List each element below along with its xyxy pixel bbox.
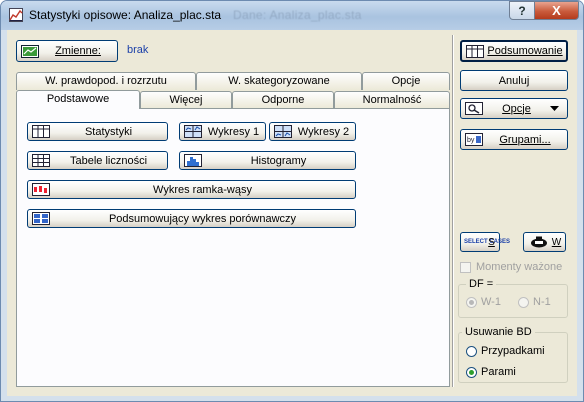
df-n1-radio[interactable] [518,297,529,308]
pairwise-label: Parami [481,366,516,378]
plots2-button-label: Wykresy 2 [297,125,350,138]
tab-basic[interactable]: Podstawowe [16,90,140,109]
dialog-client: Zmienne: brak W. prawdopod. i rozrzutu W… [7,30,577,396]
statistics-button[interactable]: Statystyki [27,122,168,141]
plots2-button[interactable]: Wykresy 2 [269,122,356,141]
frequency-tables-button-label: Tabele liczności [69,154,148,167]
casewise-radio[interactable] [466,346,477,357]
histogram-icon [184,154,202,167]
box-whisker-button[interactable]: Wykres ramka-wąsy [27,180,356,199]
statistics-app-icon [9,8,23,22]
box-plot-icon [32,183,50,196]
df-w1-label: W-1 [481,296,501,308]
frequency-tables-button[interactable]: Tabele liczności [27,151,168,170]
summary-table-icon [32,125,50,138]
by-group-icon: by [465,133,483,146]
title-bar[interactable]: Statystyki opisowe: Analiza_plac.sta Dan… [1,1,583,30]
df-w1-radio[interactable] [466,297,477,308]
variables-button[interactable]: Zmienne: [16,40,118,62]
tab-probability-plots[interactable]: W. prawdopod. i rozrzutu [16,72,196,90]
select-cases-label: S [488,236,495,248]
df-n1-label: N-1 [533,296,551,308]
cancel-button[interactable]: Anuluj [460,70,568,91]
window-title: Statystyki opisowe: Analiza_plac.sta [29,8,222,22]
statistics-button-label: Statystyki [84,125,133,138]
histograms-button[interactable]: Histogramy [179,151,356,170]
tab-normality[interactable]: Normalność [334,91,450,108]
weighted-moments-label: Momenty ważone [476,261,563,273]
frequency-table-icon [32,154,50,167]
weighted-moments-checkbox[interactable] [460,262,471,273]
weight-icon [531,236,547,248]
pairwise-radio[interactable] [466,367,477,378]
tab-panel-basic: Statystyki Wykresy 1 Wykresy 2 Tabele li… [16,108,450,387]
comparative-plot-icon [32,212,50,225]
tab-more[interactable]: Więcej [140,91,232,108]
cancel-button-label: Anuluj [498,74,530,87]
variables-value: brak [127,44,149,56]
histograms-button-label: Histogramy [250,154,307,167]
tab-categorized-plots[interactable]: W. skategoryzowane [196,72,362,90]
tab-options[interactable]: Opcje [362,72,450,90]
select-cases-button[interactable]: SELECT CASES S [460,232,511,252]
options-button-label: Opcje [502,102,531,115]
svg-text:by: by [467,137,475,144]
box-whisker-button-label: Wykres ramka-wąsy [153,183,252,196]
comparative-plot-button-label: Podsumowujący wykres porównawczy [108,212,297,225]
variables-button-label: Zmienne: [55,45,101,57]
case-weights-button[interactable]: W [523,232,566,252]
background-window-title: Dane: Analiza_plac.sta [233,8,362,22]
select-cases-icon: SELECT CASES [464,239,511,245]
variables-icon [21,44,39,58]
close-button[interactable]: X [534,1,579,20]
missing-data-group: Usuwanie BD Przypadkami Parami [458,326,568,383]
summary-table-icon [466,44,484,58]
df-group: DF = W-1 N-1 [458,278,568,318]
summary-button-label: Podsumowanie [487,45,563,57]
chevron-down-icon [550,105,559,111]
missing-data-title: Usuwanie BD [462,326,535,338]
vertical-separator [452,35,454,387]
by-group-button-label: Grupami... [499,133,551,146]
by-group-button[interactable]: by Grupami... [460,129,568,150]
comparative-plot-button[interactable]: Podsumowujący wykres porównawczy [27,209,356,228]
summary-button[interactable]: Podsumowanie [460,40,568,62]
plots1-icon [184,125,202,138]
df-group-title: DF = [466,278,497,290]
tab-robust[interactable]: Odporne [232,91,334,108]
dialog-window: Statystyki opisowe: Analiza_plac.sta Dan… [0,0,584,402]
options-dropdown-button[interactable]: Opcje [460,98,568,119]
plots1-button[interactable]: Wykresy 1 [179,122,266,141]
options-icon [465,102,483,115]
plots2-icon [274,125,292,138]
help-button[interactable]: ? [509,1,535,20]
plots1-button-label: Wykresy 1 [207,125,260,138]
casewise-label: Przypadkami [481,345,545,357]
case-weights-label: W [551,236,562,248]
